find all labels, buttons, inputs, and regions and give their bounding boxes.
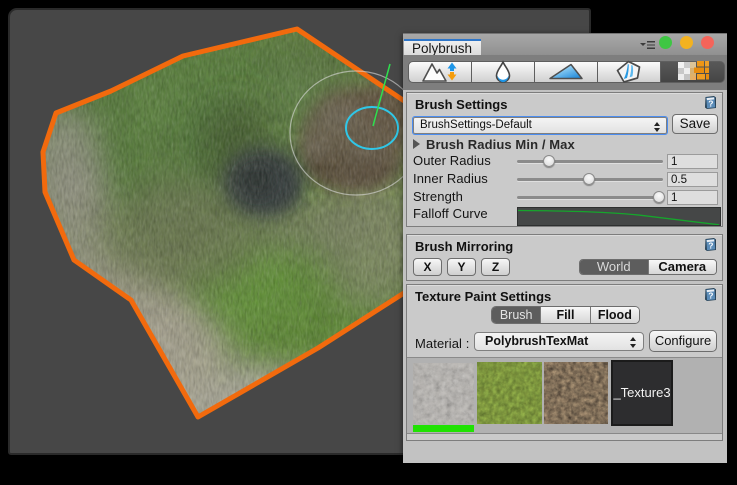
svg-text:?: ? <box>708 99 713 109</box>
svg-text:?: ? <box>708 291 713 301</box>
svg-text:?: ? <box>708 241 713 251</box>
